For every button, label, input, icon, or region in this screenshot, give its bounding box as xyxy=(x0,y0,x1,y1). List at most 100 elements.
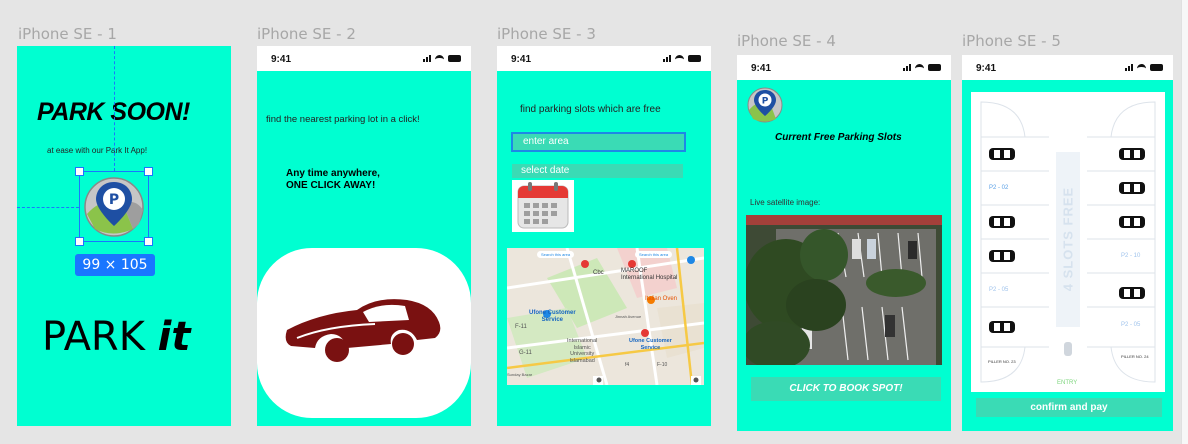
guide-line-horizontal xyxy=(17,207,79,208)
map-label-intl-3: University xyxy=(570,351,595,357)
signal-icon xyxy=(1125,63,1133,71)
map-label: Sunday Bazar xyxy=(507,372,533,377)
brand-wordmark: PARK it xyxy=(42,314,191,360)
status-bar: 9:41 xyxy=(497,46,711,71)
wifi-icon xyxy=(435,55,444,62)
signal-icon xyxy=(903,63,911,71)
map-label: f4 xyxy=(625,362,630,368)
wifi-icon xyxy=(915,64,924,71)
parking-layout: 4 SLOTS FREE P2 - 02 P2 - 05 P2 - 10 P2 … xyxy=(971,92,1165,392)
screen-4[interactable]: 9:41 P Current Free Parking Slots Live s… xyxy=(737,55,951,431)
frame-label-2[interactable]: iPhone SE - 2 xyxy=(257,25,356,43)
map-label: Jinnah Avenue xyxy=(615,314,642,319)
map-label: Cbc xyxy=(593,270,604,276)
car-top-icon xyxy=(989,321,1015,333)
status-time: 9:41 xyxy=(976,63,997,74)
live-image-label: Live satellite image: xyxy=(750,198,821,207)
frame-label-3[interactable]: iPhone SE - 3 xyxy=(497,25,596,43)
intro-text: find the nearest parking lot in a click! xyxy=(266,114,420,125)
entry-label: ENTRY xyxy=(1057,380,1078,386)
map-search-area-button[interactable]: Search this area xyxy=(635,251,673,258)
map-label-maroof: MAROOF xyxy=(621,268,648,274)
battery-icon xyxy=(448,55,461,62)
map-search-area-button[interactable]: Search this area xyxy=(537,251,575,258)
slot-label[interactable]: P2 - 05 xyxy=(1121,322,1140,328)
pillar-label: PILLER NO. 23 xyxy=(988,359,1016,364)
map-view[interactable]: Search this area Search this area Cbc MA… xyxy=(507,248,704,385)
date-input[interactable]: select date xyxy=(512,164,683,178)
free-slots-banner: 4 SLOTS FREE xyxy=(1060,186,1076,292)
status-bar: 9:41 xyxy=(962,55,1173,80)
map-label-ufone-1b: Service xyxy=(541,317,564,323)
car-top-icon xyxy=(989,216,1015,228)
screen-2[interactable]: 9:41 find the nearest parking lot in a c… xyxy=(257,46,471,426)
car-top-icon xyxy=(1119,148,1145,160)
map-label-intl-1: International xyxy=(567,338,598,344)
car-top-icon xyxy=(1119,216,1145,228)
wifi-icon xyxy=(1137,64,1146,71)
status-bar: 9:41 xyxy=(257,46,471,71)
map-label: Italian Oven xyxy=(645,296,678,302)
status-time: 9:41 xyxy=(271,54,292,65)
slot-label[interactable]: P2 - 10 xyxy=(1121,253,1140,259)
status-bar: 9:41 xyxy=(737,55,951,80)
guide-line-vertical xyxy=(114,46,115,171)
slogan: Any time anywhere, ONE CLICK AWAY! xyxy=(286,168,380,192)
signal-icon xyxy=(663,54,671,62)
battery-icon xyxy=(1150,64,1163,71)
map-label: F-10 xyxy=(657,362,668,368)
screen-5[interactable]: 9:41 4 SLOTS FREE P2 - 02 P2 - 05 P2 - 1… xyxy=(962,55,1173,431)
map-label-ufone-2: Ufone Customer xyxy=(629,338,672,344)
map-label: MAROOF International Hospital xyxy=(621,268,677,282)
selection-size-badge: 99 × 105 xyxy=(75,254,155,276)
screen-1[interactable]: PARK SOON! at ease with our Park It App!… xyxy=(17,46,231,426)
selection-handle[interactable] xyxy=(75,167,84,176)
car-top-icon xyxy=(1119,182,1145,194)
park-it-logo-icon: P xyxy=(746,86,784,124)
brand-regular: PARK xyxy=(42,314,145,360)
map-label: Ufone Customer Service xyxy=(529,310,576,324)
status-time: 9:41 xyxy=(511,54,532,65)
book-spot-button[interactable]: CLICK TO BOOK SPOT! xyxy=(751,377,941,401)
tagline: at ease with our Park It App! xyxy=(47,146,148,155)
slot-label[interactable]: P2 - 05 xyxy=(989,287,1008,293)
status-time: 9:41 xyxy=(751,63,772,74)
calendar-icon[interactable] xyxy=(512,180,574,232)
selection-box[interactable] xyxy=(79,171,149,242)
intro-text: find parking slots which are free xyxy=(520,104,661,115)
map-label: G-11 xyxy=(519,350,532,356)
selection-handle[interactable] xyxy=(144,237,153,246)
selection-handle[interactable] xyxy=(144,167,153,176)
logo-letter: P xyxy=(762,97,769,107)
selection-handle[interactable] xyxy=(75,237,84,246)
brand-bold: it xyxy=(157,314,191,360)
car-top-icon xyxy=(1119,287,1145,299)
headline: PARK SOON! xyxy=(37,98,190,126)
frame-label-4[interactable]: iPhone SE - 4 xyxy=(737,32,836,50)
slogan-line-1: Any time anywhere, xyxy=(286,168,380,179)
wifi-icon xyxy=(675,55,684,62)
satellite-image xyxy=(746,215,942,365)
battery-icon xyxy=(928,64,941,71)
map-label-ufone-1: Ufone Customer xyxy=(529,310,576,316)
battery-icon xyxy=(688,55,701,62)
signal-icon xyxy=(423,54,431,62)
car-top-icon xyxy=(989,148,1015,160)
slot-label[interactable]: P2 - 02 xyxy=(989,185,1008,191)
car-illustration-card xyxy=(257,248,471,418)
map-label-hospital: International Hospital xyxy=(621,275,678,281)
car-top-icon xyxy=(989,250,1015,262)
map-label: International Islamic University Islamab… xyxy=(567,338,597,364)
area-input[interactable]: enter area xyxy=(511,132,686,152)
frame-label-1[interactable]: iPhone SE - 1 xyxy=(18,25,117,43)
page-title: Current Free Parking Slots xyxy=(775,132,902,143)
right-panel-edge xyxy=(1181,0,1188,444)
frame-label-5[interactable]: iPhone SE - 5 xyxy=(962,32,1061,50)
map-label: F-11 xyxy=(515,324,527,330)
screen-3[interactable]: 9:41 find parking slots which are free e… xyxy=(497,46,711,426)
map-label-ufone-2b: Service xyxy=(640,344,661,351)
pillar-label: PILLER NO. 24 xyxy=(1121,354,1149,359)
car-illustration-icon xyxy=(285,299,441,362)
confirm-pay-button[interactable]: confirm and pay xyxy=(976,398,1162,417)
map-label: Ufone Customer Service xyxy=(629,338,672,351)
